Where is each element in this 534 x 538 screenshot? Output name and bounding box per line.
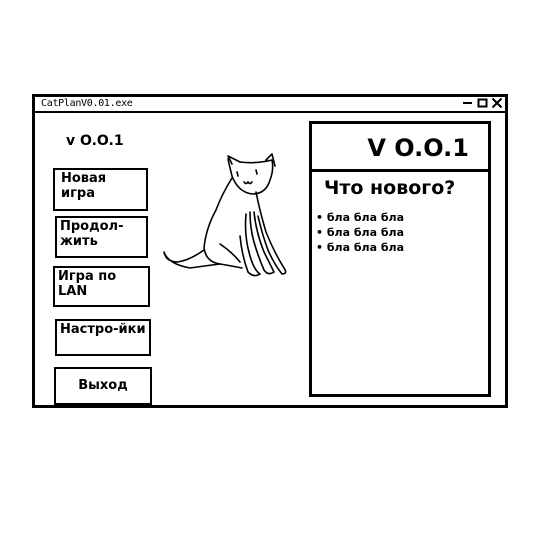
close-icon: [491, 97, 503, 109]
news-title: Что нового?: [324, 177, 456, 199]
news-list: бла бла бла бла бла бла бла бла бла: [316, 210, 404, 255]
minimize-button[interactable]: [461, 96, 473, 110]
window-controls: [461, 96, 503, 110]
version-label: v O.O.1: [66, 133, 124, 149]
continue-button[interactable]: Продол-жить: [55, 216, 148, 258]
news-item: бла бла бла: [316, 225, 404, 240]
news-item: бла бла бла: [316, 210, 404, 225]
cat-sketch-icon: [163, 153, 287, 277]
minimize-icon: [462, 102, 472, 104]
close-button[interactable]: [491, 96, 503, 110]
title-bar[interactable]: CatPlanV0.01.exe: [35, 97, 505, 113]
maximize-button[interactable]: [476, 96, 488, 110]
news-header: V O.O.1: [312, 124, 488, 172]
exit-button[interactable]: Выход: [54, 367, 152, 405]
new-game-button[interactable]: Новая игра: [53, 168, 148, 211]
app-window: CatPlanV0.01.exe v O.O.1 Новая игра Прод…: [32, 94, 508, 408]
news-item: бла бла бла: [316, 240, 404, 255]
maximize-icon: [477, 98, 487, 108]
lan-game-button[interactable]: Игра по LAN: [53, 266, 150, 307]
news-panel: V O.O.1 Что нового? бла бла бла бла бла …: [309, 121, 491, 397]
settings-button[interactable]: Настро-йки: [55, 319, 151, 356]
window-title: CatPlanV0.01.exe: [41, 98, 133, 109]
news-version: V O.O.1: [367, 134, 469, 162]
